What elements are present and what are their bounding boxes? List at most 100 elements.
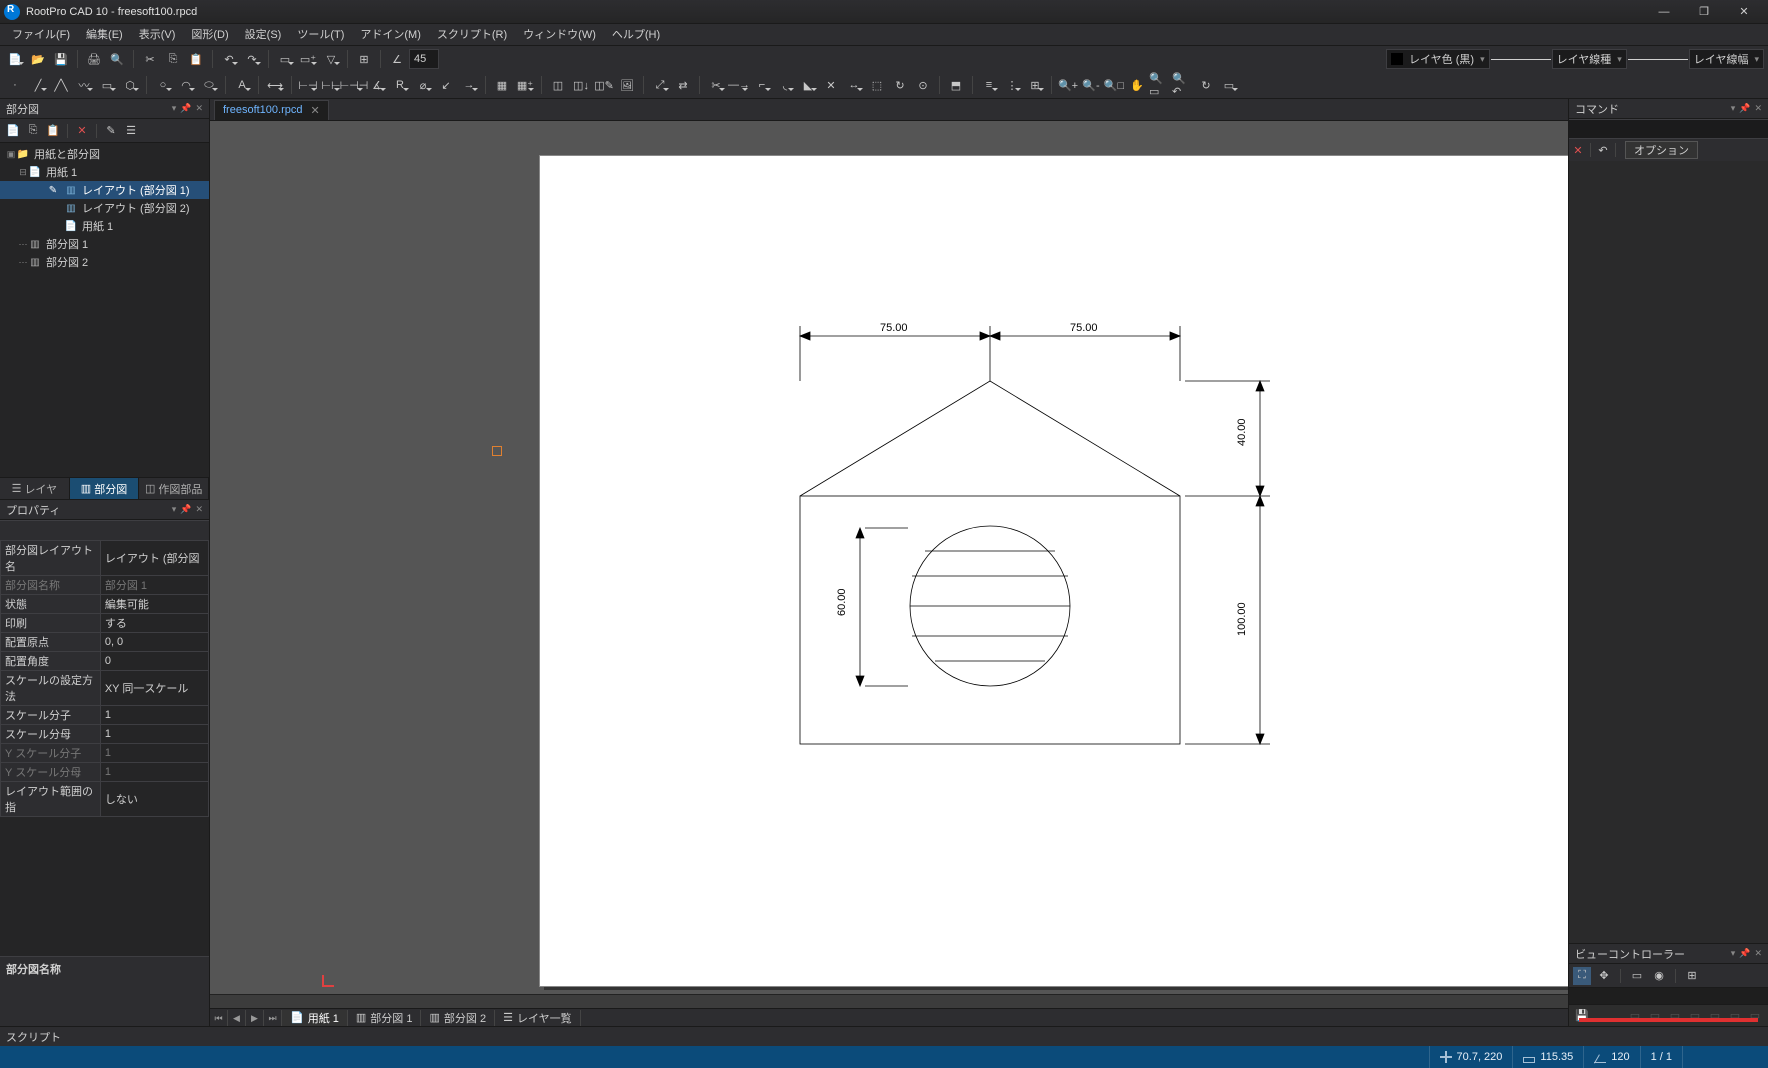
panel-pin-icon[interactable]: 📌: [1739, 103, 1750, 114]
align-icon[interactable]: ≡: [978, 74, 1000, 96]
menu-view[interactable]: 表示(V): [131, 24, 184, 45]
tab-layer[interactable]: ☰レイヤ: [0, 478, 70, 499]
tab-first-icon[interactable]: ⏮: [210, 1010, 228, 1026]
view-thumbnail[interactable]: [1569, 988, 1768, 1004]
dim-arrow-icon[interactable]: →: [458, 74, 480, 96]
view-more-icon[interactable]: ▭: [1218, 74, 1240, 96]
new-part-icon[interactable]: 📄: [4, 122, 22, 140]
new-file-button[interactable]: 📄: [4, 48, 26, 70]
block-edit-icon[interactable]: ◫✎: [593, 74, 615, 96]
delete-part-icon[interactable]: ✕: [73, 122, 91, 140]
break-icon[interactable]: ✕: [820, 74, 842, 96]
layer-linewidth-select[interactable]: レイヤ線幅: [1689, 49, 1764, 69]
image-icon[interactable]: 🖼: [616, 74, 638, 96]
tree-layout2[interactable]: レイアウト (部分図 2): [82, 200, 190, 216]
select-mode-button[interactable]: ▭: [274, 48, 296, 70]
zoom-out-icon[interactable]: 🔍-: [1080, 74, 1102, 96]
print-button[interactable]: 🖨: [83, 48, 105, 70]
draw-ellipse-icon[interactable]: ⬭: [198, 74, 220, 96]
block-insert-icon[interactable]: ◫↓: [570, 74, 592, 96]
menu-settings[interactable]: 設定(S): [237, 24, 290, 45]
back-icon[interactable]: ↶: [1594, 141, 1612, 159]
menu-shape[interactable]: 図形(D): [183, 24, 236, 45]
dim-leader-icon[interactable]: ↙: [435, 74, 457, 96]
rect-select-icon[interactable]: ⬚: [866, 74, 888, 96]
panel-pin-icon[interactable]: 📌: [1739, 948, 1750, 959]
distribute-icon[interactable]: ⋮: [1001, 74, 1023, 96]
angle-input[interactable]: 45: [409, 49, 439, 69]
view-pan-icon[interactable]: ✥: [1595, 967, 1613, 985]
tab-drawpart[interactable]: ◫作図部品: [139, 478, 209, 499]
select-add-button[interactable]: ▭⁺: [297, 48, 319, 70]
property-row[interactable]: Y スケール分母1: [1, 763, 209, 782]
draw-polyline-icon[interactable]: ╱╲: [50, 74, 72, 96]
zoom-in-icon[interactable]: 🔍+: [1057, 74, 1079, 96]
angle-icon[interactable]: ∠: [386, 48, 408, 70]
canvas[interactable]: 75.00 75.00 40.00 100.00 60.00: [210, 121, 1568, 1008]
property-row[interactable]: 配置角度0: [1, 652, 209, 671]
tree-layout1[interactable]: レイアウト (部分図 1): [82, 182, 190, 198]
zoom-fit-icon[interactable]: 🔍□: [1103, 74, 1125, 96]
group-icon[interactable]: ⬒: [945, 74, 967, 96]
chamfer-icon[interactable]: ◣: [797, 74, 819, 96]
draw-text-icon[interactable]: A: [231, 74, 253, 96]
filter-button[interactable]: ▽: [320, 48, 342, 70]
panel-menu-icon[interactable]: ▾: [172, 504, 177, 515]
panel-close-icon[interactable]: ✕: [1754, 103, 1762, 114]
view-mode1-icon[interactable]: ▭: [1628, 967, 1646, 985]
property-search-input[interactable]: [0, 520, 209, 540]
zoom-prev-icon[interactable]: 🔍↶: [1172, 74, 1194, 96]
view-grid-icon[interactable]: ⊞: [1683, 967, 1701, 985]
cancel-icon[interactable]: ✕: [1569, 141, 1587, 159]
rotate-icon[interactable]: ↻: [889, 74, 911, 96]
sheet-tab-layerlist[interactable]: ☰レイヤ一覧: [495, 1010, 581, 1026]
property-grid[interactable]: 部分図レイアウト名レイアウト (部分図部分図名称部分図 1状態編集可能印刷する配…: [0, 540, 209, 956]
extend-icon[interactable]: —→: [728, 74, 750, 96]
close-button[interactable]: ✕: [1724, 1, 1764, 23]
dim-angle-icon[interactable]: ∡: [366, 74, 388, 96]
snap-grid-icon[interactable]: ⊞: [353, 48, 375, 70]
property-row[interactable]: 状態編集可能: [1, 595, 209, 614]
dim-baseline-icon[interactable]: ⊢⊣⊣: [343, 74, 365, 96]
print-preview-button[interactable]: 🔍: [106, 48, 128, 70]
fillet-icon[interactable]: ◟: [774, 74, 796, 96]
panel-menu-icon[interactable]: ▾: [1731, 948, 1736, 959]
paste-icon[interactable]: 📋: [185, 48, 207, 70]
property-row[interactable]: スケール分母1: [1, 725, 209, 744]
command-input[interactable]: [1569, 119, 1768, 139]
panel-close-icon[interactable]: ✕: [195, 103, 203, 114]
document-tab[interactable]: freesoft100.rpcd ✕: [214, 100, 329, 120]
cut-icon[interactable]: ✂: [139, 48, 161, 70]
tab-part[interactable]: ▥部分図: [70, 478, 140, 499]
view-mode2-icon[interactable]: ◉: [1650, 967, 1668, 985]
snap-icon[interactable]: ⊙: [912, 74, 934, 96]
menu-window[interactable]: ウィンドウ(W): [515, 24, 604, 45]
sheet-tab-part2[interactable]: ▥部分図 2: [421, 1010, 495, 1026]
dim-horiz-icon[interactable]: ⊢⊣: [297, 74, 319, 96]
horizontal-scrollbar[interactable]: [210, 994, 1568, 1008]
property-row[interactable]: 配置原点0, 0: [1, 633, 209, 652]
dim-diameter-icon[interactable]: ⌀: [412, 74, 434, 96]
save-button[interactable]: 💾: [50, 48, 72, 70]
tree-part1[interactable]: 部分図 1: [46, 236, 88, 252]
menu-addin[interactable]: アドイン(M): [352, 24, 429, 45]
layer-linetype-select[interactable]: レイヤ線種: [1552, 49, 1627, 69]
draw-rect-icon[interactable]: ▭: [96, 74, 118, 96]
array-icon[interactable]: ⊞: [1024, 74, 1046, 96]
corner-icon[interactable]: ⌐: [751, 74, 773, 96]
copy-icon[interactable]: ⎘: [162, 48, 184, 70]
parts-tree[interactable]: ▣📁用紙と部分図 ⊟📄用紙 1 ✎▥レイアウト (部分図 1) ▥レイアウト (…: [0, 143, 209, 477]
edit-part-icon[interactable]: ✎: [102, 122, 120, 140]
menu-tools[interactable]: ツール(T): [289, 24, 352, 45]
block-icon[interactable]: ◫: [547, 74, 569, 96]
paste-part-icon[interactable]: 📋: [44, 122, 62, 140]
draw-polygon-icon[interactable]: ⬡: [119, 74, 141, 96]
tree-paper1-leaf[interactable]: 用紙 1: [82, 218, 113, 234]
property-row[interactable]: 印刷する: [1, 614, 209, 633]
property-row[interactable]: Y スケール分子1: [1, 744, 209, 763]
options-button[interactable]: オプション: [1625, 141, 1698, 159]
tree-root-label[interactable]: 用紙と部分図: [34, 146, 100, 162]
panel-menu-icon[interactable]: ▾: [1731, 103, 1736, 114]
tree-part2[interactable]: 部分図 2: [46, 254, 88, 270]
tab-close-icon[interactable]: ✕: [311, 104, 320, 117]
